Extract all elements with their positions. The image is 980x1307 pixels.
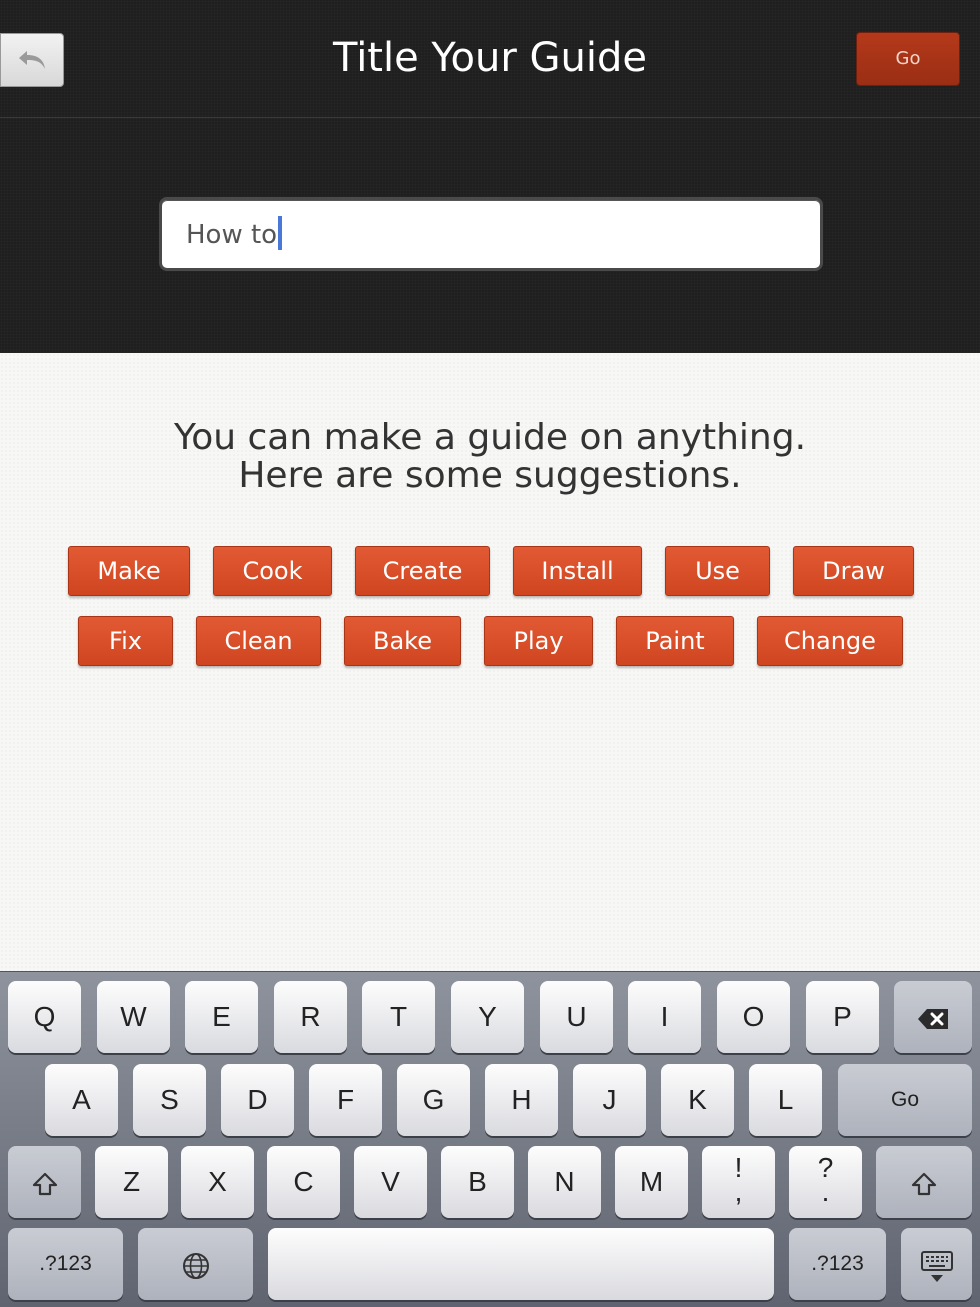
key-j[interactable]: J (573, 1064, 646, 1136)
suggestion-play[interactable]: Play (484, 616, 593, 666)
suggestion-bake[interactable]: Bake (344, 616, 461, 666)
key-z[interactable]: Z (95, 1146, 168, 1218)
suggestion-change[interactable]: Change (757, 616, 903, 666)
intro-line-2: Here are some suggestions. (238, 455, 742, 496)
key-w[interactable]: W (97, 981, 170, 1053)
suggestion-make[interactable]: Make (68, 546, 190, 596)
back-button[interactable] (0, 33, 64, 87)
numbers-key-right[interactable]: .?123 (789, 1228, 886, 1300)
go-key[interactable]: Go (838, 1064, 972, 1136)
key-l[interactable]: L (749, 1064, 822, 1136)
shift-key-right[interactable] (876, 1146, 972, 1218)
page-title: Title Your Guide (332, 35, 647, 81)
key-p[interactable]: P (806, 981, 879, 1053)
key-x[interactable]: X (181, 1146, 254, 1218)
globe-icon (182, 1252, 209, 1279)
suggestion-use[interactable]: Use (665, 546, 770, 596)
shift-key-left[interactable] (8, 1146, 81, 1218)
shift-icon (911, 1172, 937, 1195)
suggestion-install[interactable]: Install (513, 546, 642, 596)
key-b[interactable]: B (441, 1146, 514, 1218)
suggestion-paint[interactable]: Paint (616, 616, 734, 666)
key-t[interactable]: T (362, 981, 435, 1053)
suggestion-clean[interactable]: Clean (196, 616, 321, 666)
guide-title-value: How to (186, 220, 278, 250)
globe-key[interactable] (138, 1228, 253, 1300)
key-c[interactable]: C (267, 1146, 340, 1218)
key-q[interactable]: Q (8, 981, 81, 1053)
numbers-key-left[interactable]: .?123 (8, 1228, 123, 1300)
key-v[interactable]: V (354, 1146, 427, 1218)
key-question-period[interactable]: ? . (789, 1146, 862, 1218)
top-bar: Title Your Guide Go (0, 0, 980, 118)
key-e[interactable]: E (185, 981, 258, 1053)
suggestion-cook[interactable]: Cook (213, 546, 332, 596)
space-key[interactable] (268, 1228, 774, 1300)
suggestion-fix[interactable]: Fix (78, 616, 173, 666)
key-n[interactable]: N (528, 1146, 601, 1218)
key-g[interactable]: G (397, 1064, 470, 1136)
key-u[interactable]: U (540, 981, 613, 1053)
keyboard-dismiss-icon (920, 1250, 953, 1282)
backspace-key[interactable] (894, 981, 972, 1053)
key-question-label: ? (817, 1152, 834, 1183)
backspace-icon (918, 1008, 948, 1029)
suggestion-draw[interactable]: Draw (793, 546, 914, 596)
key-k[interactable]: K (661, 1064, 734, 1136)
suggestions-panel: You can make a guide on anything. Here a… (0, 353, 980, 971)
key-exclamation-label: ! (734, 1152, 743, 1183)
guide-title-input[interactable]: How to (159, 197, 823, 271)
key-period-label: . (821, 1176, 830, 1207)
shift-icon (32, 1172, 57, 1195)
keyboard-dismiss-key[interactable] (901, 1228, 972, 1300)
suggestion-create[interactable]: Create (355, 546, 490, 596)
go-button[interactable]: Go (856, 32, 960, 86)
key-comma-label: , (734, 1176, 743, 1207)
intro-line-1: You can make a guide on anything. (173, 417, 807, 458)
key-m[interactable]: M (615, 1146, 688, 1218)
key-a[interactable]: A (45, 1064, 118, 1136)
key-s[interactable]: S (133, 1064, 206, 1136)
intro-text: You can make a guide on anything. Here a… (90, 419, 890, 495)
key-r[interactable]: R (274, 981, 347, 1053)
key-f[interactable]: F (309, 1064, 382, 1136)
text-caret (278, 216, 282, 250)
key-y[interactable]: Y (451, 981, 524, 1053)
undo-arrow-icon (19, 51, 45, 69)
key-i[interactable]: I (628, 981, 701, 1053)
header: Title Your Guide Go How to (0, 0, 980, 353)
key-h[interactable]: H (485, 1064, 558, 1136)
key-exclamation-comma[interactable]: ! , (702, 1146, 775, 1218)
key-o[interactable]: O (717, 981, 790, 1053)
key-d[interactable]: D (221, 1064, 294, 1136)
on-screen-keyboard: Q W E R T Y U I O P A S D F G H J K L Go… (0, 971, 980, 1307)
